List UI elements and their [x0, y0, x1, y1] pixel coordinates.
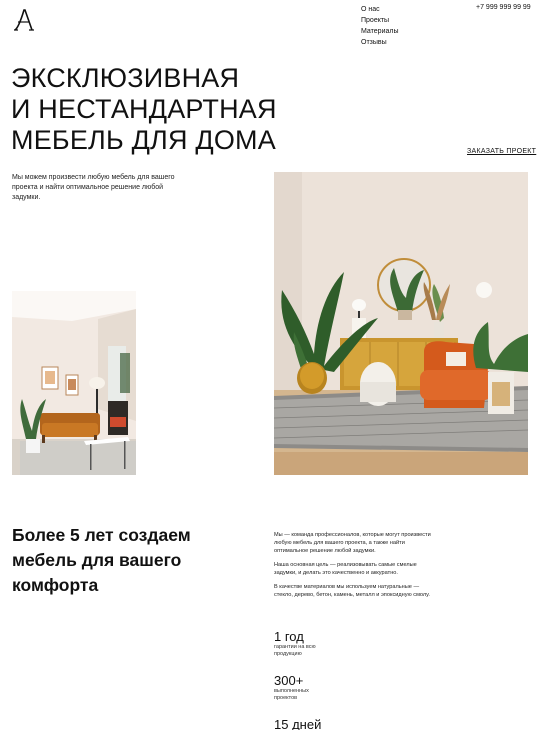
about-paragraph: Мы — команда профессионалов, которые мог…: [274, 532, 431, 554]
about-text: Мы — команда профессионалов, которые мог…: [274, 531, 439, 605]
hero-title-line: И НЕСТАНДАРТНАЯ: [11, 94, 277, 124]
about-title: Более 5 лет создаем мебель для вашего ко…: [12, 523, 191, 598]
living-room-photo-large: [274, 172, 528, 475]
stat-label: гарантии на всю продукцию: [274, 644, 316, 657]
nav-link-reviews[interactable]: Отзывы: [361, 37, 398, 48]
hero-description: Мы можем произвести любую мебель для ваш…: [12, 174, 175, 201]
main-nav: О нас Проекты Материалы Отзывы: [361, 4, 398, 48]
phone-link[interactable]: +7 999 999 99 99: [476, 4, 531, 11]
hero-title: ЭКСКЛЮЗИВНАЯ И НЕСТАНДАРТНАЯ МЕБЕЛЬ ДЛЯ …: [11, 63, 277, 156]
hero-title-line: МЕБЕЛЬ ДЛЯ ДОМА: [11, 125, 276, 155]
stat-warranty: 1 год гарантии на всю продукцию: [274, 629, 329, 658]
nav-link-materials[interactable]: Материалы: [361, 26, 398, 37]
about-paragraph: В качестве материалов мы используем нату…: [274, 584, 430, 598]
order-project-link[interactable]: ЗАКАЗАТЬ ПРОЕКТ: [467, 148, 536, 155]
stat-value: 1 год: [274, 629, 304, 644]
stat-value: 300+: [274, 673, 304, 688]
nav-link-projects[interactable]: Проекты: [361, 15, 398, 26]
nav-link-about[interactable]: О нас: [361, 4, 398, 15]
stat-days: 15 дней: [274, 717, 329, 730]
logo-icon[interactable]: [12, 6, 36, 32]
living-room-photo-small: [12, 291, 136, 475]
stat-value: 15 дней: [274, 717, 322, 730]
about-title-line: комфорта: [12, 575, 99, 595]
stat-label: выполненных проектов: [274, 688, 309, 701]
about-title-line: мебель для вашего: [12, 550, 182, 570]
hero-title-line: ЭКСКЛЮЗИВНАЯ: [11, 63, 240, 93]
about-paragraph: Наша основная цель — реализовывать самые…: [274, 562, 417, 576]
stat-projects: 300+ выполненных проектов: [274, 673, 329, 702]
about-title-line: Более 5 лет создаем: [12, 525, 191, 545]
